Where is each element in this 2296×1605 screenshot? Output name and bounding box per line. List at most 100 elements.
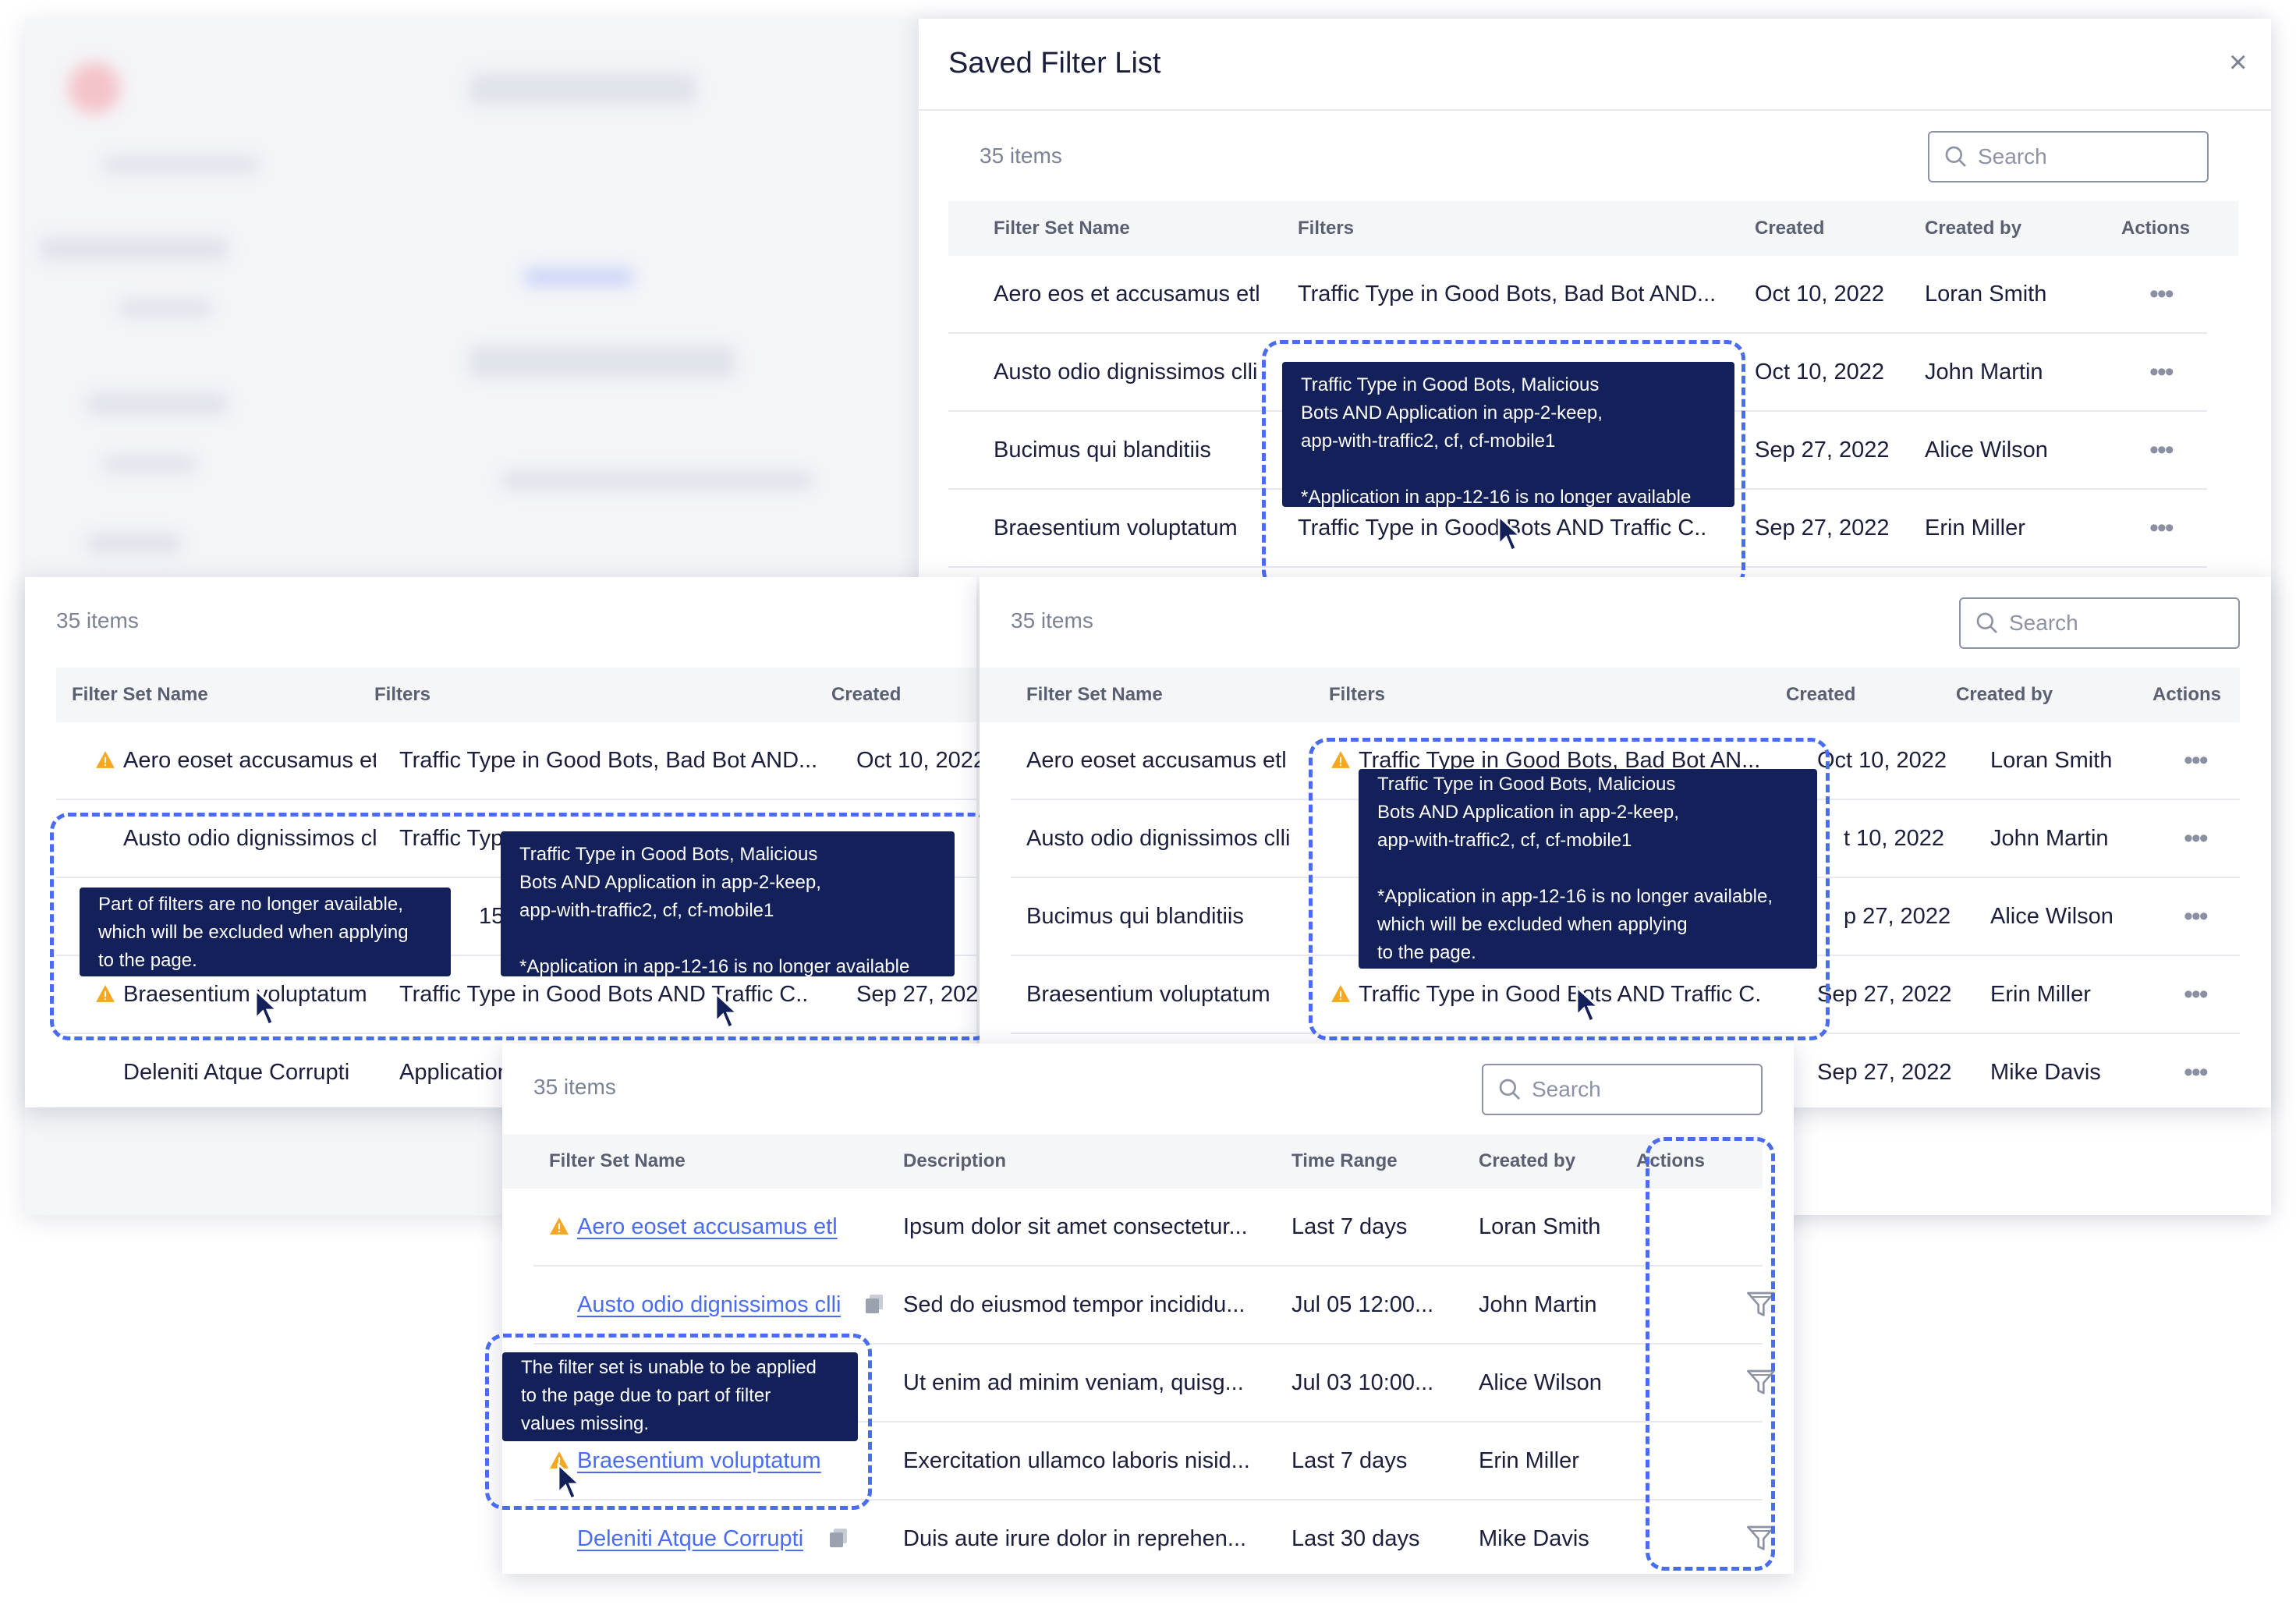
tooltip-line: app-with-traffic2, cf, cf-mobile1 (1377, 830, 1632, 851)
ghost-nav-5 (103, 455, 197, 473)
col-filter-set-name[interactable]: Filter Set Name (994, 201, 1130, 256)
search-input[interactable]: Search (1482, 1064, 1763, 1115)
filter-set-link[interactable]: Aero eoset accusamus etl (577, 1189, 838, 1265)
warning-state-panel: 35 items Filter Set Name Filters Created… (25, 577, 994, 1107)
tooltip-line: *Application in app-12-16 is no longer a… (1377, 886, 1773, 907)
col-time-range[interactable]: Time Range (1292, 1134, 1398, 1189)
col-filter-set-name[interactable]: Filter Set Name (72, 668, 208, 722)
search-icon (1499, 1079, 1520, 1100)
search-input[interactable]: Search (1959, 597, 2240, 649)
row-name: Austo odio dignissimos clli (1026, 826, 1291, 851)
row-description: Ipsum dolor sit amet consectetur... (903, 1214, 1248, 1239)
col-created-by[interactable]: Created by (1479, 1134, 1575, 1189)
cursor-icon (1575, 986, 1601, 1023)
row-created: Sep 27, 2022 (1817, 1060, 1952, 1085)
search-input[interactable]: Search (1928, 131, 2209, 182)
col-created-by[interactable]: Created by (1925, 201, 2021, 256)
row-name: Austo odio dignissimos clli (994, 360, 1258, 384)
items-count: 35 items (56, 608, 139, 632)
more-horizontal-icon[interactable]: ••• (2149, 412, 2174, 488)
tooltip-line: which will be excluded when applying (1377, 914, 1688, 935)
col-created[interactable]: Created (1786, 668, 1855, 722)
search-placeholder: Search (1532, 1077, 1601, 1101)
more-horizontal-icon[interactable]: ••• (2184, 878, 2209, 955)
row-created-by: Erin Miller (1990, 982, 2091, 1007)
row-created: p 27, 2022 (1844, 904, 1951, 929)
ghost-subtitle (469, 346, 735, 377)
tooltip-line: Bots AND Application in app-2-keep, (1301, 402, 1603, 423)
more-horizontal-icon[interactable]: ••• (2184, 1034, 2209, 1111)
row-created-by: John Martin (1990, 826, 2109, 851)
cursor-icon (714, 992, 740, 1029)
row-created: Oct 10, 2022 (856, 748, 987, 773)
filter-icon[interactable] (1745, 1290, 1777, 1320)
col-filter-set-name[interactable]: Filter Set Name (549, 1134, 686, 1189)
col-created[interactable]: Created (831, 668, 901, 722)
col-description[interactable]: Description (903, 1134, 1006, 1189)
col-created-by[interactable]: Created by (1956, 668, 2053, 722)
row-created: Sep 27, 2022 (1817, 982, 1952, 1007)
more-horizontal-icon[interactable]: ••• (2149, 256, 2174, 332)
more-horizontal-icon[interactable]: ••• (2149, 334, 2174, 410)
row-created: Oct 10, 2022 (1755, 360, 1885, 384)
row-created-by: Mike Davis (1990, 1060, 2101, 1085)
row-name: Bucimus qui blanditiis (994, 438, 1211, 462)
row-created-by: Alice Wilson (1990, 904, 2114, 929)
items-count: 35 items (980, 143, 1062, 168)
ghost-title (469, 73, 696, 105)
more-horizontal-icon[interactable]: ••• (2184, 956, 2209, 1033)
row-time-range: Last 7 days (1292, 1448, 1408, 1473)
row-name: Deleniti Atque Corrupti (123, 1060, 350, 1085)
warning-tooltip: Part of filters are no longer available,… (80, 888, 451, 976)
table-header: Filter Set Name Description Time Range C… (502, 1134, 1763, 1189)
warning-icon (1331, 985, 1350, 1002)
more-horizontal-icon[interactable]: ••• (2184, 800, 2209, 877)
close-icon[interactable]: × (2229, 45, 2247, 80)
row-filters: Traffic Type in Good Bots, Bad Bot AND..… (399, 748, 818, 773)
filter-set-link[interactable]: Deleniti Atque Corrupti (577, 1500, 803, 1577)
filter-icon[interactable] (1745, 1368, 1777, 1398)
tooltip-line: *Application in app-12-16 is no longer a… (519, 956, 910, 977)
table-row[interactable]: Aero eoset accusamus et Traffic Type in … (56, 722, 986, 800)
row-created: Sep 27, 2022 (1755, 438, 1890, 462)
ghost-nav-6 (87, 533, 181, 554)
warning-icon (96, 751, 115, 768)
tooltip-line: Traffic Type in Good Bots, Malicious (519, 844, 818, 865)
table-row[interactable]: Austo odio dignissimos clli Sed do eiusm… (533, 1267, 1775, 1345)
more-horizontal-icon[interactable]: ••• (2184, 722, 2209, 799)
cursor-icon (1497, 515, 1523, 552)
col-created[interactable]: Created (1755, 201, 1824, 256)
row-name: Aero eoset accusamus et (123, 748, 376, 773)
ghost-line (501, 471, 813, 490)
tooltip-line: to the page due to part of filter (521, 1385, 771, 1406)
filter-set-link[interactable]: Austo odio dignissimos clli (577, 1267, 841, 1343)
col-filters[interactable]: Filters (1329, 668, 1385, 722)
copy-icon[interactable] (828, 1527, 849, 1549)
col-actions: Actions (2121, 218, 2191, 239)
table-header: Filter Set Name Filters Created (56, 668, 976, 722)
row-created: Oct 10, 2022 (1817, 748, 1947, 773)
col-filters[interactable]: Filters (374, 668, 430, 722)
tooltip-line: Traffic Type in Good Bots, Malicious (1377, 774, 1676, 795)
tooltip-line: to the page. (1377, 942, 1476, 963)
more-horizontal-icon[interactable]: ••• (2149, 490, 2174, 566)
row-description: Duis aute irure dolor in reprehen... (903, 1526, 1247, 1551)
col-filter-set-name[interactable]: Filter Set Name (1026, 668, 1163, 722)
row-name: Bucimus qui blanditiis (1026, 904, 1244, 929)
table-row[interactable]: Deleniti Atque Corrupti Duis aute irure … (533, 1500, 1775, 1577)
filter-icon[interactable] (1745, 1524, 1777, 1554)
copy-icon[interactable] (864, 1293, 884, 1315)
table-row[interactable]: Aero eoset accusamus etl Ipsum dolor sit… (533, 1189, 1763, 1267)
col-actions: Actions (2152, 684, 2222, 705)
search-icon (1945, 146, 1966, 167)
ghost-nav-3 (119, 299, 212, 317)
row-created: Sep 27, 2022 (1755, 516, 1890, 540)
ghost-link (524, 268, 633, 285)
row-created-by: John Martin (1925, 360, 2043, 384)
row-description: Exercitation ullamco laboris nisid... (903, 1448, 1250, 1473)
table-row[interactable]: Aero eos et accusamus etl Traffic Type i… (948, 256, 2207, 334)
row-name: Aero eos et accusamus etl (994, 282, 1260, 306)
drawer-header-divider (919, 109, 2271, 111)
ghost-nav-4 (87, 393, 228, 415)
col-filters[interactable]: Filters (1298, 201, 1354, 256)
